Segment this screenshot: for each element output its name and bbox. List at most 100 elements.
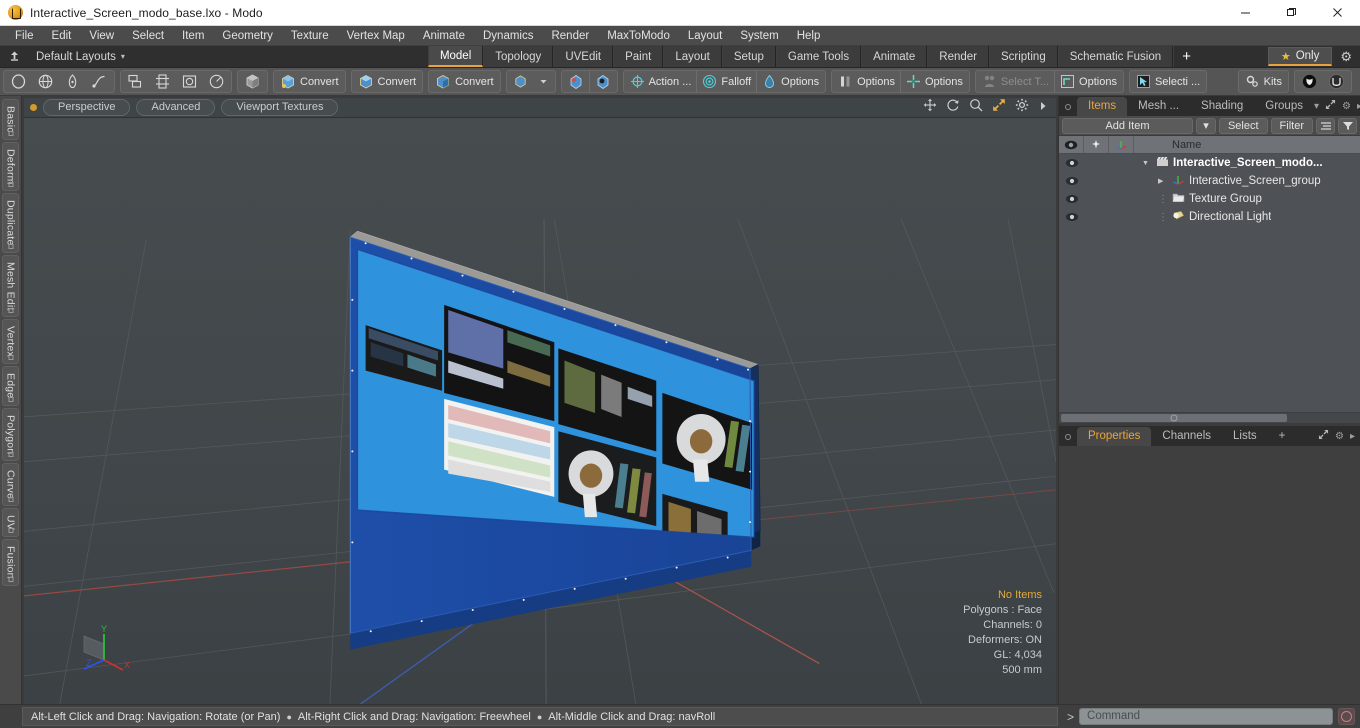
- add-item-button[interactable]: Add Item: [1062, 117, 1193, 134]
- convert-mesh-button[interactable]: Convert: [275, 71, 344, 92]
- tab-add[interactable]: +: [1268, 427, 1297, 446]
- row-name-cell[interactable]: ⋮ Texture Group: [1134, 192, 1262, 206]
- close-button[interactable]: [1314, 0, 1360, 26]
- sidebar-item-basic[interactable]: Basic: [2, 99, 19, 140]
- row-name-cell[interactable]: ▶ Interactive_Screen_group: [1134, 174, 1321, 189]
- snap-options-button[interactable]: Options: [900, 71, 968, 92]
- cube-small-icon[interactable]: [508, 71, 533, 92]
- workplane-options-button[interactable]: Options: [1054, 71, 1122, 92]
- tab-scripting[interactable]: Scripting: [988, 46, 1058, 67]
- action-center-button[interactable]: Action ...: [625, 71, 697, 92]
- rotate-icon[interactable]: [946, 98, 960, 117]
- expander-icon[interactable]: ▼: [1142, 160, 1152, 167]
- row-eye-icon[interactable]: [1059, 194, 1084, 204]
- selection-button[interactable]: Selecti ...: [1131, 71, 1205, 92]
- fullscreen-icon[interactable]: [1325, 99, 1336, 113]
- record-icon[interactable]: [1338, 708, 1355, 725]
- symmetry-options-button[interactable]: Options: [833, 71, 900, 92]
- tab-uvedit[interactable]: UVEdit: [553, 46, 614, 67]
- expander-icon[interactable]: ▶: [1158, 177, 1168, 185]
- menu-item[interactable]: Item: [173, 27, 213, 45]
- chevron-down-icon[interactable]: ▾: [1314, 101, 1319, 112]
- chevron-right-icon[interactable]: [1038, 99, 1048, 117]
- zoom-icon[interactable]: [969, 98, 983, 117]
- tab-properties[interactable]: Properties: [1077, 427, 1152, 446]
- menu-file[interactable]: File: [6, 27, 43, 45]
- tab-paint[interactable]: Paint: [613, 46, 664, 67]
- gear-icon[interactable]: ⚙: [1336, 49, 1356, 65]
- gear-icon[interactable]: ⚙: [1342, 101, 1351, 112]
- pen-icon[interactable]: [59, 71, 86, 92]
- tab-lists[interactable]: Lists: [1222, 427, 1268, 446]
- filter-button[interactable]: Filter: [1270, 117, 1313, 134]
- row-name-cell[interactable]: ⋮ Directional Light: [1134, 210, 1271, 225]
- add-item-dropdown[interactable]: ▾: [1195, 117, 1216, 134]
- tab-items[interactable]: Items: [1077, 97, 1128, 116]
- items-list[interactable]: ▼ Interactive_Screen_modo... ▶ Interacti…: [1059, 154, 1360, 412]
- scrollbar-thumb[interactable]: [1061, 414, 1287, 422]
- menu-animate[interactable]: Animate: [414, 27, 474, 45]
- viewport-textures-dropdown[interactable]: Viewport Textures: [221, 99, 339, 116]
- tab-setup[interactable]: Setup: [721, 46, 776, 67]
- command-input[interactable]: Command: [1079, 708, 1333, 725]
- table-row[interactable]: ⋮ Directional Light: [1059, 208, 1360, 226]
- axis-cube-icon[interactable]: [149, 71, 176, 92]
- table-row[interactable]: ⋮ Texture Group: [1059, 190, 1360, 208]
- fullscreen-icon[interactable]: [992, 98, 1006, 117]
- menu-vertex-map[interactable]: Vertex Map: [338, 27, 414, 45]
- viewport-perspective-dropdown[interactable]: Perspective: [43, 99, 131, 116]
- tab-mesh[interactable]: Mesh ...: [1127, 97, 1190, 116]
- chevron-right-icon[interactable]: ▸: [1350, 431, 1355, 442]
- sidebar-item-fusion[interactable]: Fusion: [2, 539, 19, 586]
- frame-icon[interactable]: [176, 71, 203, 92]
- tab-render[interactable]: Render: [927, 46, 989, 67]
- tab-groups[interactable]: Groups: [1254, 97, 1314, 116]
- tab-topology[interactable]: Topology: [483, 46, 554, 67]
- row-name-cell[interactable]: ▼ Interactive_Screen_modo...: [1134, 156, 1323, 170]
- unreal-icon[interactable]: [1296, 71, 1323, 92]
- sidebar-item-vertex[interactable]: Vertex: [2, 319, 19, 365]
- select-through-button[interactable]: Select T...: [977, 71, 1054, 92]
- tab-schematic-fusion[interactable]: Schematic Fusion: [1057, 46, 1174, 67]
- tab-channels[interactable]: Channels: [1151, 427, 1222, 446]
- menu-maxtomodo[interactable]: MaxToModo: [598, 27, 679, 45]
- gear-icon[interactable]: ⚙: [1335, 431, 1344, 442]
- menu-edit[interactable]: Edit: [43, 27, 81, 45]
- menu-view[interactable]: View: [80, 27, 123, 45]
- gem-dark-icon[interactable]: [588, 71, 616, 92]
- table-row[interactable]: ▼ Interactive_Screen_modo...: [1059, 154, 1360, 172]
- chevron-down-icon[interactable]: [533, 71, 554, 92]
- sidebar-item-edge[interactable]: Edge: [2, 366, 19, 406]
- maximize-button[interactable]: [1268, 0, 1314, 26]
- fullscreen-icon[interactable]: [1318, 429, 1329, 443]
- curve-icon[interactable]: [86, 71, 113, 92]
- options-drop-button[interactable]: Options: [756, 71, 824, 92]
- menu-system[interactable]: System: [731, 27, 787, 45]
- sidebar-item-deform[interactable]: Deform: [2, 141, 19, 192]
- menu-help[interactable]: Help: [788, 27, 830, 45]
- tab-layout[interactable]: Layout: [663, 46, 722, 67]
- tab-game-tools[interactable]: Game Tools: [775, 46, 862, 67]
- add-tab-button[interactable]: +: [1173, 46, 1200, 67]
- sidebar-item-polygon[interactable]: Polygon: [2, 407, 19, 462]
- viewport-3d[interactable]: Y X Z No Items Polygons : Face Channels:…: [24, 118, 1056, 704]
- viewport-shading-dropdown[interactable]: Advanced: [136, 99, 216, 116]
- kits-button[interactable]: Kits: [1240, 71, 1287, 92]
- menu-render[interactable]: Render: [542, 27, 598, 45]
- sidebar-item-mesh-edit[interactable]: Mesh Edit: [2, 254, 19, 318]
- default-layouts-dropdown[interactable]: Default Layouts ▾: [28, 46, 133, 67]
- convert-cube-button[interactable]: Convert: [353, 71, 422, 92]
- sphere-icon[interactable]: [32, 71, 59, 92]
- table-row[interactable]: ▶ Interactive_Screen_group: [1059, 172, 1360, 190]
- gem-red-icon[interactable]: [563, 71, 589, 92]
- menu-texture[interactable]: Texture: [282, 27, 338, 45]
- row-eye-icon[interactable]: [1059, 212, 1084, 222]
- move-icon[interactable]: [923, 98, 937, 117]
- menu-dynamics[interactable]: Dynamics: [474, 27, 542, 45]
- minimize-button[interactable]: [1222, 0, 1268, 26]
- items-horizontal-scrollbar[interactable]: [1059, 412, 1360, 423]
- tab-animate[interactable]: Animate: [861, 46, 928, 67]
- sidebar-item-duplicate[interactable]: Duplicate: [2, 193, 19, 253]
- select-button[interactable]: Select: [1218, 117, 1268, 134]
- tab-shading[interactable]: Shading: [1190, 97, 1254, 116]
